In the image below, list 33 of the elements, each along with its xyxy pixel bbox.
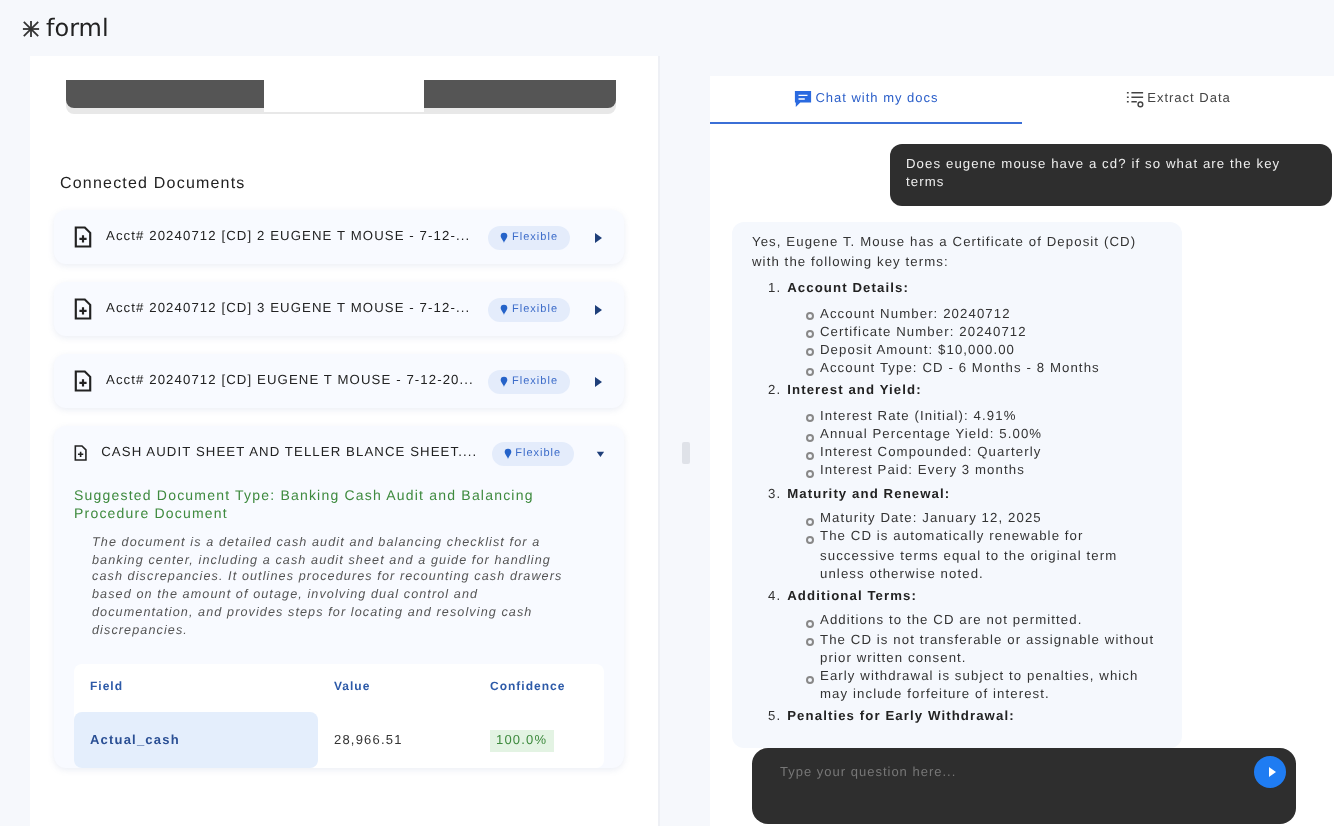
pin-icon <box>500 375 509 387</box>
file-icon <box>74 226 92 248</box>
bullet-icon <box>806 312 814 320</box>
bullet-icon <box>806 433 814 442</box>
chat-icon <box>793 90 812 108</box>
bullet-icon <box>806 451 814 460</box>
file-icon <box>74 370 92 392</box>
bullet-icon <box>806 330 814 339</box>
pin-icon <box>503 447 512 459</box>
app-logo: forml <box>46 14 109 42</box>
logo-icon <box>22 19 40 37</box>
bullet-icon <box>806 348 814 357</box>
document-card[interactable] <box>54 426 624 769</box>
pin-icon <box>500 231 509 243</box>
caret-icon[interactable] <box>592 303 604 315</box>
caret-icon[interactable] <box>593 448 606 458</box>
file-icon <box>74 298 92 320</box>
caret-icon[interactable] <box>592 231 604 243</box>
bullet-icon <box>806 638 814 647</box>
list-settings-icon <box>1125 90 1144 108</box>
bullet-icon <box>806 367 814 376</box>
bullet-icon <box>806 675 814 684</box>
bullet-icon <box>806 535 814 544</box>
bullet-icon <box>806 414 814 423</box>
file-icon <box>74 442 88 464</box>
bullet-icon <box>806 619 814 628</box>
bullet-icon <box>806 469 814 478</box>
section-title: Connected Documents <box>60 174 248 192</box>
send-button[interactable] <box>1254 756 1286 788</box>
pin-icon <box>500 303 509 315</box>
play-icon <box>1265 766 1277 778</box>
bullet-icon <box>806 517 814 526</box>
caret-icon[interactable] <box>592 375 604 387</box>
